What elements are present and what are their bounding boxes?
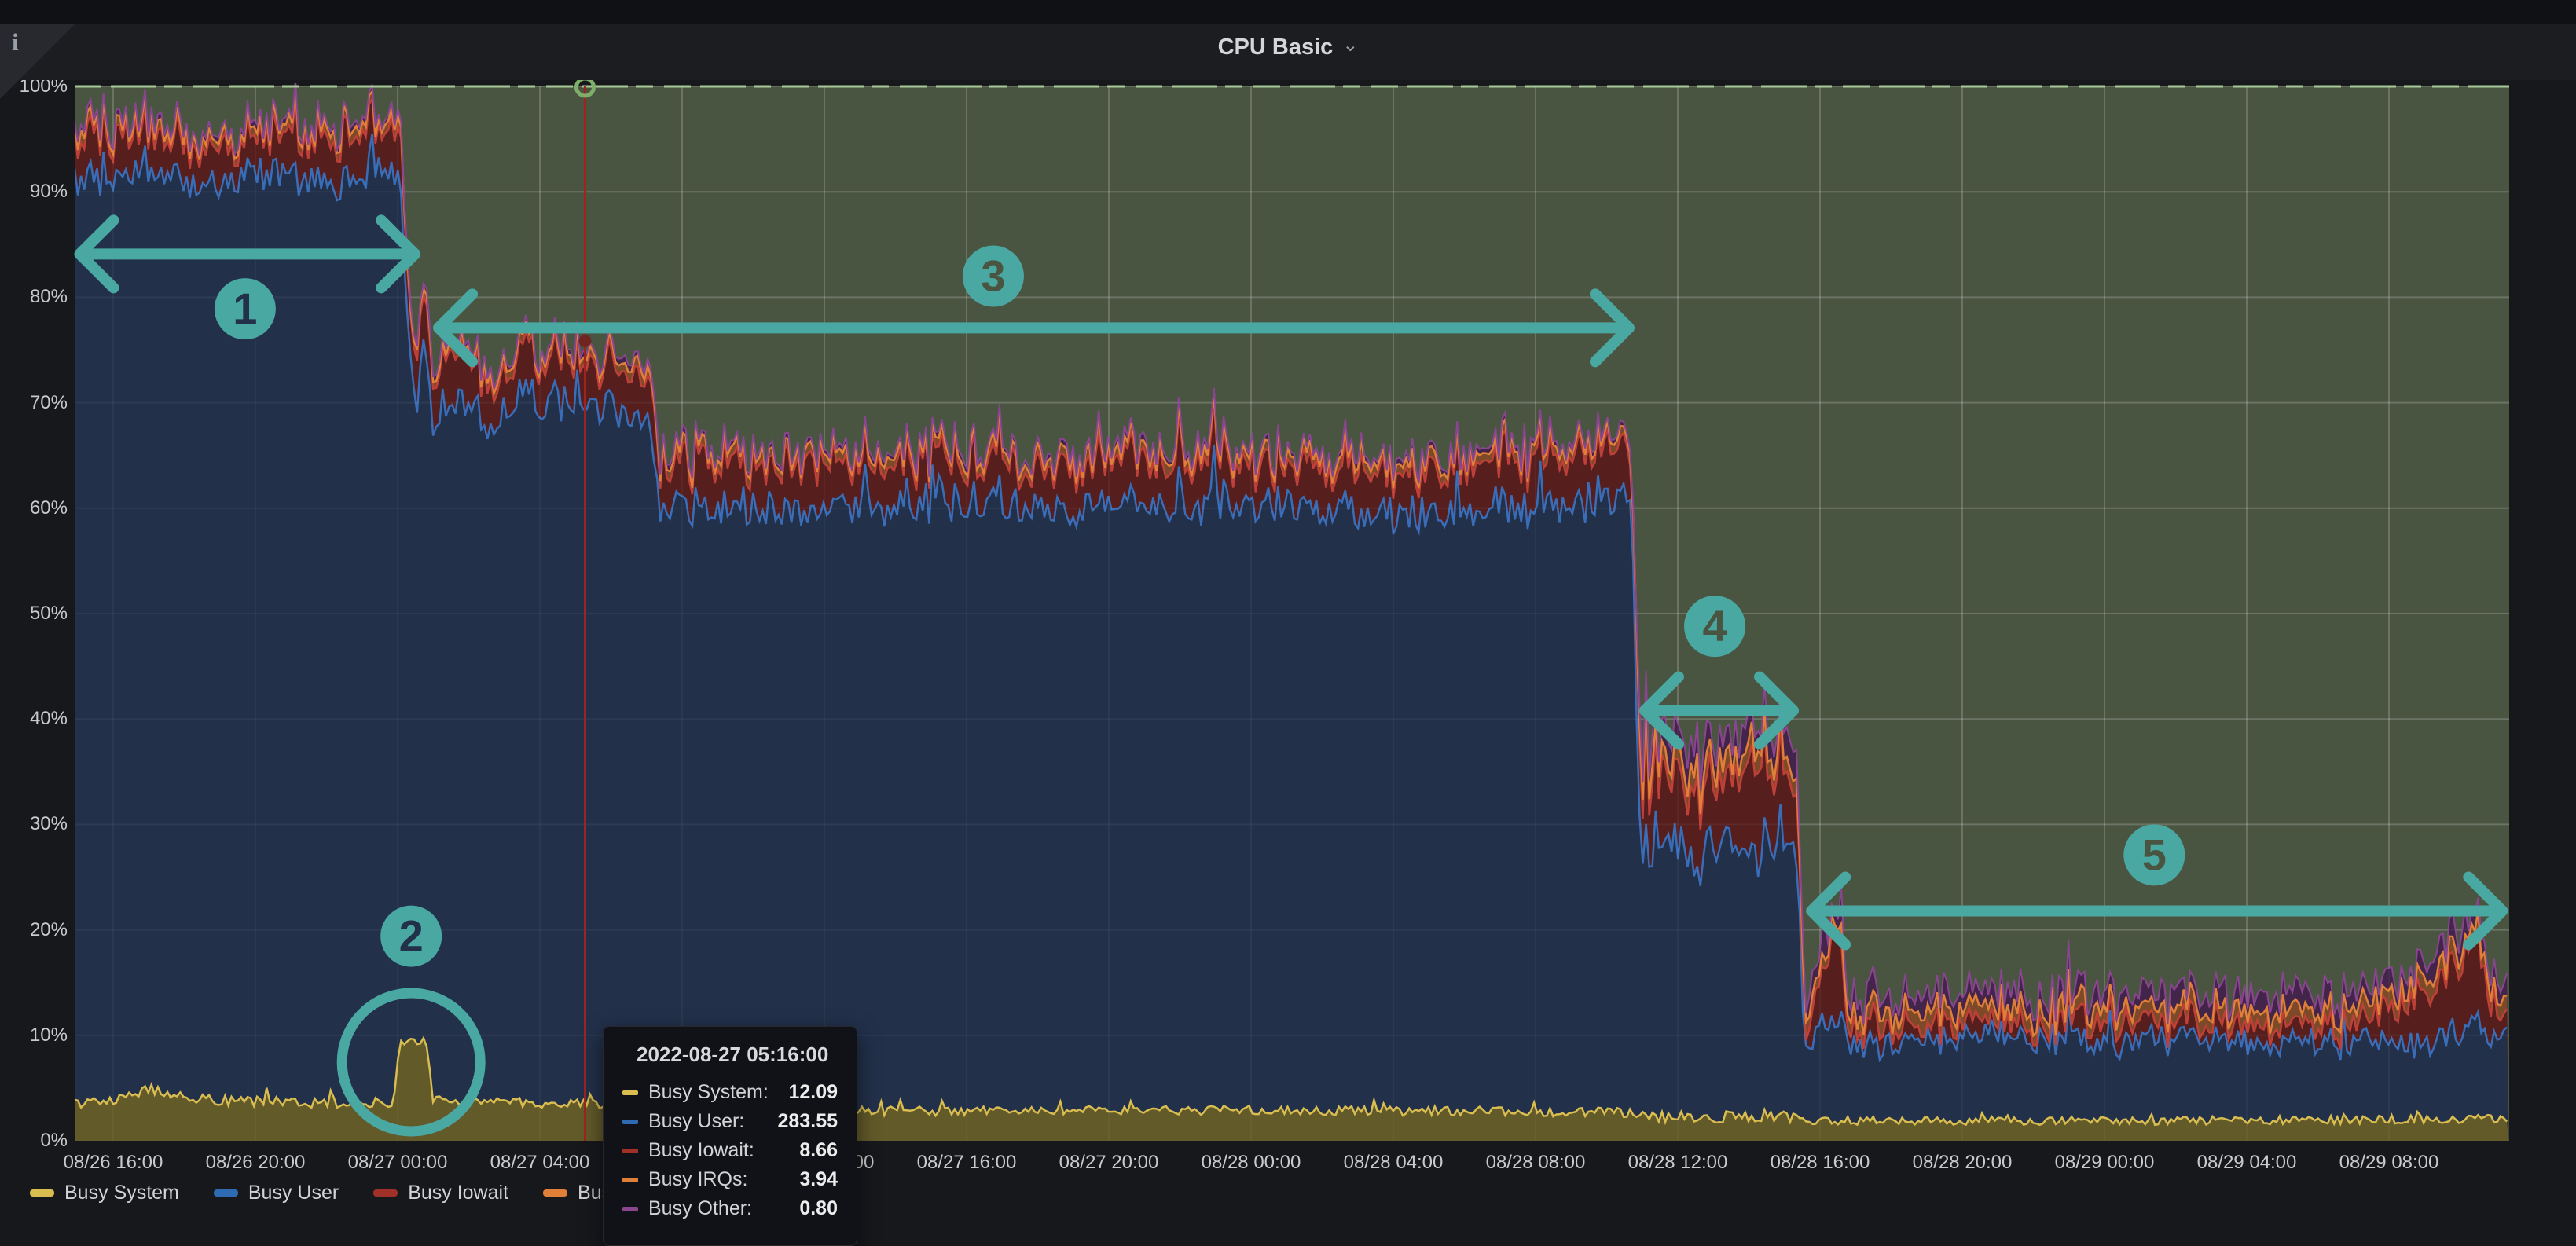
panel-title-text: CPU Basic <box>1218 35 1334 60</box>
x-tick-08-28-20-00: 08/28 20:00 <box>1892 1152 2033 1174</box>
tooltip-row-busy-iowait: Busy Iowait: 8.66 <box>622 1136 838 1165</box>
hover-tooltip: 2022-08-27 05:16:00 Busy System: 12.09 B… <box>603 1026 857 1246</box>
tooltip-value: 8.66 <box>799 1139 838 1162</box>
window-top-bar <box>0 0 2576 24</box>
x-tick-08-26-16-00: 08/26 16:00 <box>42 1152 184 1174</box>
legend-label: Busy User <box>248 1182 339 1204</box>
y-tick-90%: 90% <box>0 181 68 203</box>
x-tick-08-29-04-00: 08/29 04:00 <box>2176 1152 2317 1174</box>
info-icon: i <box>12 28 19 57</box>
x-tick-08-27-16-00: 08/27 16:00 <box>896 1152 1037 1174</box>
series-color-dash <box>622 1120 638 1124</box>
tooltip-value: 12.09 <box>788 1081 838 1104</box>
tooltip-label: Busy IRQs: <box>648 1168 747 1191</box>
tooltip-label: Busy User: <box>648 1110 744 1133</box>
svg-text:4: 4 <box>1702 601 1727 650</box>
tooltip-row-busy-system: Busy System: 12.09 <box>622 1078 838 1107</box>
y-tick-20%: 20% <box>0 919 68 941</box>
chevron-down-icon: ⌄ <box>1342 34 1358 57</box>
svg-text:5: 5 <box>2142 830 2167 879</box>
legend-swatch-busy-irqs <box>543 1189 567 1197</box>
tooltip-label: Busy Other: <box>648 1197 752 1220</box>
legend-label: Busy System <box>64 1182 179 1204</box>
y-tick-30%: 30% <box>0 813 68 835</box>
y-tick-10%: 10% <box>0 1024 68 1046</box>
x-tick-08-28-08-00: 08/28 08:00 <box>1465 1152 1606 1174</box>
series-color-dash <box>622 1207 638 1211</box>
series-color-dash <box>622 1149 638 1153</box>
legend-swatch-busy-iowait <box>373 1189 398 1197</box>
svg-text:3: 3 <box>981 251 1005 301</box>
tooltip-value: 0.80 <box>799 1197 838 1220</box>
x-tick-08-27-00-00: 08/27 00:00 <box>327 1152 468 1174</box>
legend-item-busy-iowait[interactable]: Busy Iowait <box>373 1182 508 1204</box>
panel-title-menu[interactable]: CPU Basic ⌄ <box>0 24 2576 71</box>
tooltip-label: Busy System: <box>648 1081 769 1104</box>
x-tick-08-28-16-00: 08/28 16:00 <box>1749 1152 1891 1174</box>
crosshair-point-iowait <box>578 335 591 347</box>
legend-swatch-busy-user <box>214 1189 238 1197</box>
y-tick-60%: 60% <box>0 497 68 519</box>
x-tick-08-28-04-00: 08/28 04:00 <box>1323 1152 1464 1174</box>
grafana-cpu-panel: { "window": { "title": "CPU Basic", "che… <box>0 0 2576 1211</box>
x-tick-08-29-00-00: 08/29 00:00 <box>2034 1152 2175 1174</box>
x-tick-08-28-12-00: 08/28 12:00 <box>1607 1152 1749 1174</box>
legend-swatch-busy-system <box>30 1189 54 1197</box>
y-tick-0%: 0% <box>0 1130 68 1152</box>
x-tick-08-26-20-00: 08/26 20:00 <box>185 1152 326 1174</box>
svg-text:1: 1 <box>233 284 257 333</box>
y-tick-70%: 70% <box>0 392 68 414</box>
legend-item-busy-system[interactable]: Busy System <box>30 1182 179 1204</box>
tooltip-label: Busy Iowait: <box>648 1139 754 1162</box>
tooltip-row-busy-other: Busy Other: 0.80 <box>622 1194 838 1223</box>
legend: Busy System Busy User Busy Iowait Busy I… <box>30 1182 672 1204</box>
tooltip-timestamp: 2022-08-27 05:16:00 <box>637 1043 838 1067</box>
y-tick-50%: 50% <box>0 603 68 625</box>
tooltip-value: 3.94 <box>799 1168 838 1191</box>
legend-label: Busy Iowait <box>408 1182 508 1204</box>
tooltip-row-busy-irqs: Busy IRQs: 3.94 <box>622 1165 838 1194</box>
x-tick-08-28-00-00: 08/28 00:00 <box>1180 1152 1322 1174</box>
tooltip-row-busy-user: Busy User: 283.55 <box>622 1107 838 1136</box>
y-tick-80%: 80% <box>0 286 68 308</box>
series-color-dash <box>622 1178 638 1182</box>
x-tick-08-27-20-00: 08/27 20:00 <box>1038 1152 1180 1174</box>
x-tick-08-29-08-00: 08/29 08:00 <box>2318 1152 2460 1174</box>
series-color-dash <box>622 1090 638 1095</box>
tooltip-value: 283.55 <box>778 1110 838 1133</box>
legend-item-busy-user[interactable]: Busy User <box>214 1182 339 1204</box>
y-tick-40%: 40% <box>0 708 68 730</box>
x-tick-08-27-04-00: 08/27 04:00 <box>469 1152 611 1174</box>
panel-info-corner[interactable]: i <box>0 24 102 130</box>
svg-text:2: 2 <box>399 911 424 961</box>
cpu-basic-chart[interactable]: 1 2 3 4 5 <box>0 0 2576 1211</box>
